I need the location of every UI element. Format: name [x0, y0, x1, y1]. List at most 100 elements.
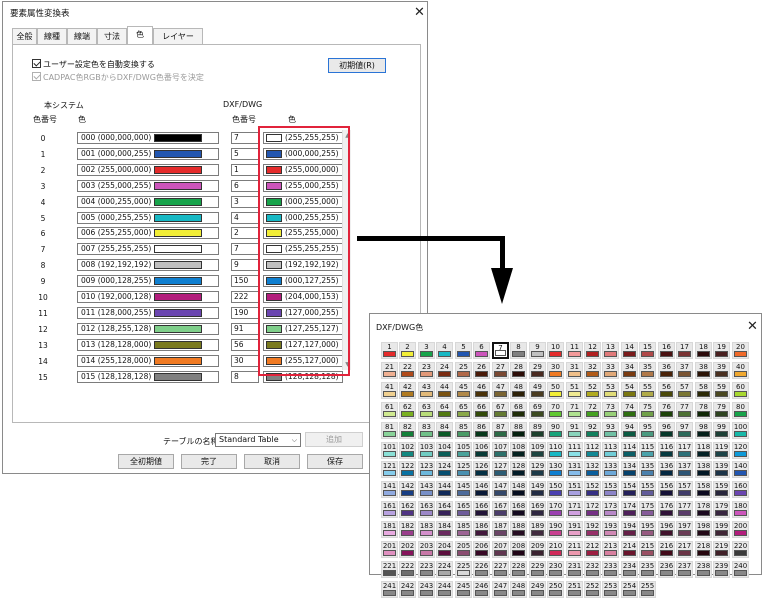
palette-color-cell[interactable]: 79 — [713, 402, 730, 419]
palette-color-cell[interactable]: 233 — [602, 561, 619, 578]
dxf-color-number-input[interactable]: 9 — [231, 259, 259, 271]
dxf-color-number-input[interactable]: 8 — [231, 371, 259, 383]
system-color-field[interactable]: 009 (000,128,255) — [77, 275, 219, 287]
dxf-color-number-input[interactable]: 30 — [231, 355, 259, 367]
tab-layer[interactable]: レイヤー — [153, 28, 203, 44]
palette-color-cell[interactable]: 125 — [455, 461, 472, 478]
palette-color-cell[interactable]: 29 — [529, 362, 546, 379]
palette-color-cell[interactable]: 53 — [602, 382, 619, 399]
palette-color-cell[interactable]: 205 — [455, 541, 472, 558]
palette-color-cell[interactable]: 130 — [547, 461, 564, 478]
palette-color-cell[interactable]: 93 — [602, 422, 619, 439]
palette-color-cell[interactable]: 98 — [695, 422, 712, 439]
palette-color-cell[interactable]: 143 — [418, 481, 435, 498]
palette-color-cell[interactable]: 67 — [492, 402, 509, 419]
table-name-select[interactable]: Standard Table ⌵ — [215, 433, 301, 447]
palette-color-cell[interactable]: 215 — [639, 541, 656, 558]
system-color-field[interactable]: 007 (255,255,255) — [77, 243, 219, 255]
palette-color-cell[interactable]: 87 — [492, 422, 509, 439]
palette-color-cell[interactable]: 116 — [658, 442, 675, 459]
palette-color-cell[interactable]: 78 — [695, 402, 712, 419]
palette-color-cell[interactable]: 75 — [639, 402, 656, 419]
dxf-color-number-input[interactable]: 222 — [231, 291, 259, 303]
palette-color-cell[interactable]: 184 — [436, 521, 453, 538]
palette-color-cell[interactable]: 111 — [566, 442, 583, 459]
palette-color-cell[interactable]: 147 — [492, 481, 509, 498]
palette-color-cell[interactable]: 14 — [621, 342, 638, 359]
palette-color-cell[interactable]: 104 — [436, 442, 453, 459]
palette-color-cell[interactable]: 2 — [399, 342, 416, 359]
palette-color-cell[interactable]: 74 — [621, 402, 638, 419]
palette-color-cell[interactable]: 42 — [399, 382, 416, 399]
palette-color-cell[interactable]: 181 — [381, 521, 398, 538]
palette-color-cell[interactable]: 218 — [695, 541, 712, 558]
palette-color-cell[interactable]: 152 — [584, 481, 601, 498]
palette-color-cell[interactable]: 243 — [418, 581, 435, 598]
palette-color-cell[interactable]: 188 — [510, 521, 527, 538]
dxf-color-number-input[interactable]: 5 — [231, 148, 259, 160]
palette-color-cell[interactable]: 44 — [436, 382, 453, 399]
palette-color-cell[interactable]: 187 — [492, 521, 509, 538]
palette-color-cell[interactable]: 81 — [381, 422, 398, 439]
palette-color-cell[interactable]: 238 — [695, 561, 712, 578]
palette-color-cell[interactable]: 102 — [399, 442, 416, 459]
palette-color-cell[interactable]: 223 — [418, 561, 435, 578]
palette-color-cell[interactable]: 232 — [584, 561, 601, 578]
palette-color-cell[interactable]: 95 — [639, 422, 656, 439]
system-color-field[interactable]: 005 (000,255,255) — [77, 212, 219, 224]
palette-color-cell[interactable]: 94 — [621, 422, 638, 439]
palette-color-cell[interactable]: 68 — [510, 402, 527, 419]
palette-color-cell[interactable]: 126 — [473, 461, 490, 478]
palette-color-cell[interactable]: 176 — [658, 501, 675, 518]
dxf-color-number-input[interactable]: 2 — [231, 227, 259, 239]
tab-linetype[interactable]: 線種 — [37, 28, 67, 44]
palette-color-cell[interactable]: 189 — [529, 521, 546, 538]
palette-color-cell[interactable]: 174 — [621, 501, 638, 518]
palette-color-cell[interactable]: 7 — [492, 342, 509, 359]
palette-color-cell[interactable]: 55 — [639, 382, 656, 399]
palette-color-cell[interactable]: 225 — [455, 561, 472, 578]
palette-color-cell[interactable]: 54 — [621, 382, 638, 399]
palette-color-cell[interactable]: 231 — [566, 561, 583, 578]
dxf-color-number-input[interactable]: 150 — [231, 275, 259, 287]
dxf-color-number-input[interactable]: 6 — [231, 180, 259, 192]
palette-color-cell[interactable]: 138 — [695, 461, 712, 478]
palette-color-cell[interactable]: 117 — [676, 442, 693, 459]
palette-color-cell[interactable]: 105 — [455, 442, 472, 459]
palette-color-cell[interactable]: 118 — [695, 442, 712, 459]
palette-color-cell[interactable]: 96 — [658, 422, 675, 439]
palette-color-cell[interactable]: 28 — [510, 362, 527, 379]
palette-color-cell[interactable]: 101 — [381, 442, 398, 459]
done-button[interactable]: 完了 — [181, 454, 237, 469]
palette-color-cell[interactable]: 229 — [529, 561, 546, 578]
palette-color-cell[interactable]: 196 — [658, 521, 675, 538]
palette-color-cell[interactable]: 164 — [436, 501, 453, 518]
dxf-color-number-input[interactable]: 1 — [231, 164, 259, 176]
palette-color-cell[interactable]: 191 — [566, 521, 583, 538]
palette-color-cell[interactable]: 5 — [455, 342, 472, 359]
palette-color-cell[interactable]: 43 — [418, 382, 435, 399]
palette-color-cell[interactable]: 158 — [695, 481, 712, 498]
palette-color-cell[interactable]: 202 — [399, 541, 416, 558]
palette-color-cell[interactable]: 251 — [566, 581, 583, 598]
palette-color-cell[interactable]: 142 — [399, 481, 416, 498]
system-color-field[interactable]: 015 (128,128,128) — [77, 371, 219, 383]
palette-color-cell[interactable]: 71 — [566, 402, 583, 419]
dxf-color-number-input[interactable]: 7 — [231, 132, 259, 144]
palette-color-cell[interactable]: 90 — [547, 422, 564, 439]
palette-color-cell[interactable]: 66 — [473, 402, 490, 419]
palette-color-cell[interactable]: 84 — [436, 422, 453, 439]
palette-color-cell[interactable]: 45 — [455, 382, 472, 399]
palette-color-cell[interactable]: 128 — [510, 461, 527, 478]
auto-convert-checkbox-row[interactable]: ユーザー設定色を自動変換する — [32, 59, 155, 70]
palette-color-cell[interactable]: 206 — [473, 541, 490, 558]
palette-color-cell[interactable]: 50 — [547, 382, 564, 399]
palette-color-cell[interactable]: 57 — [676, 382, 693, 399]
palette-color-cell[interactable]: 177 — [676, 501, 693, 518]
palette-color-cell[interactable]: 15 — [639, 342, 656, 359]
palette-color-cell[interactable]: 213 — [602, 541, 619, 558]
palette-color-cell[interactable]: 153 — [602, 481, 619, 498]
tab-general[interactable]: 全般 — [12, 28, 37, 44]
palette-color-cell[interactable]: 65 — [455, 402, 472, 419]
palette-color-cell[interactable]: 201 — [381, 541, 398, 558]
